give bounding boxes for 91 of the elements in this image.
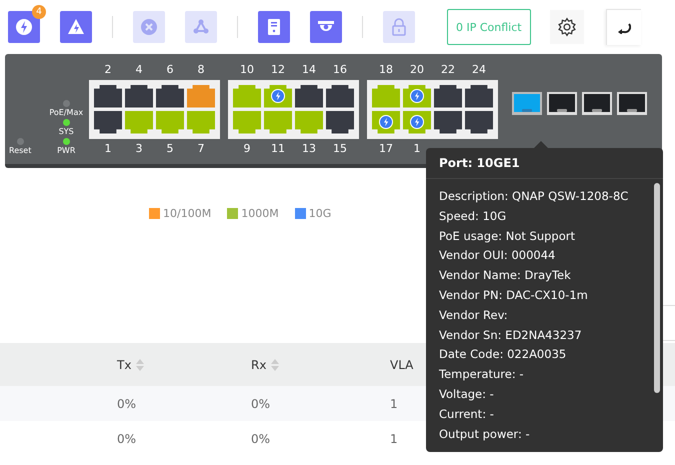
legend-label: 1000M (241, 206, 279, 220)
column-header[interactable]: Rx (251, 358, 280, 372)
count-badge: 4 (32, 5, 46, 19)
table-cell: 0% (117, 396, 136, 410)
tooltip-title: Port: 10GE1 (426, 148, 663, 179)
ethernet-port[interactable] (125, 84, 153, 108)
sort-icon (136, 358, 144, 370)
port-number: 11 (271, 142, 285, 155)
led-label: PoE/Max (49, 108, 84, 118)
ethernet-port[interactable] (434, 110, 462, 134)
lightning-icon (410, 89, 424, 103)
tool-button[interactable] (310, 11, 342, 43)
port-number: 8 (198, 63, 204, 76)
port-number: 24 (472, 63, 486, 76)
tooltip-line: Vendor PN: DAC-CX10-1m (439, 286, 589, 304)
ethernet-port[interactable] (326, 110, 354, 134)
settings-button[interactable] (550, 10, 584, 44)
port-number: 10 (240, 63, 254, 76)
tooltip-line: PoE usage: Not Support (439, 228, 576, 245)
tool-button[interactable] (60, 11, 92, 43)
tooltip-line: Date Code: 022A0035 (439, 346, 568, 364)
ethernet-port[interactable] (94, 110, 122, 134)
lightning-icon (271, 89, 285, 103)
legend-label: 10/100M (163, 206, 212, 220)
led-label: PWR (57, 146, 76, 156)
column-header[interactable]: Tx (117, 358, 144, 372)
ethernet-port[interactable] (434, 84, 462, 108)
tooltip-line: Vendor Name: DrayTek (439, 267, 572, 284)
port-number: 9 (244, 142, 250, 155)
port-number: 7 (198, 142, 204, 155)
tooltip-line: Description: QNAP QSW-1208-8C (439, 188, 630, 205)
port-number: 17 (379, 142, 393, 155)
table-cell: 0% (251, 432, 270, 446)
close-icon (140, 18, 158, 36)
port-number: 22 (441, 63, 455, 76)
port-slot-icon (522, 109, 532, 112)
sfp-port[interactable] (547, 92, 577, 115)
lock-icon (390, 18, 408, 36)
port-number: 3 (136, 142, 142, 155)
tooltip-line: Current: - (439, 406, 495, 423)
legend-label: 10G (308, 206, 332, 220)
port-slot-icon (592, 109, 602, 112)
led-label: SYS (58, 127, 74, 137)
tooltip-line: Vendor OUI: 000044 (439, 247, 556, 264)
scrollbar[interactable] (654, 183, 660, 393)
port-number: 6 (166, 63, 174, 76)
tooltip-line: Temperature: - (439, 366, 525, 384)
lightning-icon (15, 18, 33, 36)
port-number: 5 (166, 142, 174, 155)
settings-icon (556, 17, 577, 37)
port-number: 4 (136, 63, 142, 76)
lightning-icon (379, 115, 393, 129)
tooltip-line: Voltage: - (439, 386, 495, 403)
column-header[interactable]: VLA (390, 358, 414, 372)
port-number: 1 (104, 142, 112, 155)
sort-icon (271, 358, 280, 370)
tooltip-line: Output power: - (439, 426, 531, 443)
refresh-icon (616, 22, 631, 34)
ethernet-port[interactable] (465, 84, 493, 108)
refresh-button[interactable] (606, 9, 641, 45)
port-number: 13 (302, 142, 316, 155)
sfp-port[interactable] (617, 92, 647, 115)
tooltip-line: Speed: 10G (439, 208, 508, 225)
port-slot-icon (627, 109, 637, 112)
ethernet-port[interactable] (465, 110, 493, 134)
tooltip-line: Vendor Rev: (439, 306, 509, 324)
nodes-icon (192, 18, 210, 36)
table-cell: 1 (390, 432, 398, 446)
lightning-triangle-icon (67, 18, 85, 36)
ethernet-port[interactable] (156, 84, 184, 108)
port-number: 12 (271, 63, 285, 76)
port-slot-icon (557, 109, 567, 112)
lightning-icon (410, 115, 424, 129)
port-number: 14 (302, 63, 316, 76)
port-number: 1 (414, 142, 420, 155)
server-icon (265, 18, 283, 36)
port-number: 18 (379, 63, 393, 76)
ethernet-port[interactable] (295, 84, 323, 108)
ethernet-port[interactable] (94, 84, 122, 108)
port-number: 2 (104, 63, 112, 76)
port-number: 20 (410, 63, 424, 76)
led-label: Reset (9, 146, 32, 156)
table-cell: 0% (117, 432, 136, 446)
table-cell: 0% (251, 396, 270, 410)
ethernet-port[interactable] (326, 84, 354, 108)
sfp-port[interactable] (582, 92, 612, 115)
tooltip-line: Vendor Sn: ED2NA43237 (439, 326, 583, 344)
port-number: 15 (333, 142, 347, 155)
tool-button[interactable] (258, 11, 290, 43)
port-number: 16 (333, 63, 347, 76)
table-cell: 1 (390, 396, 398, 410)
